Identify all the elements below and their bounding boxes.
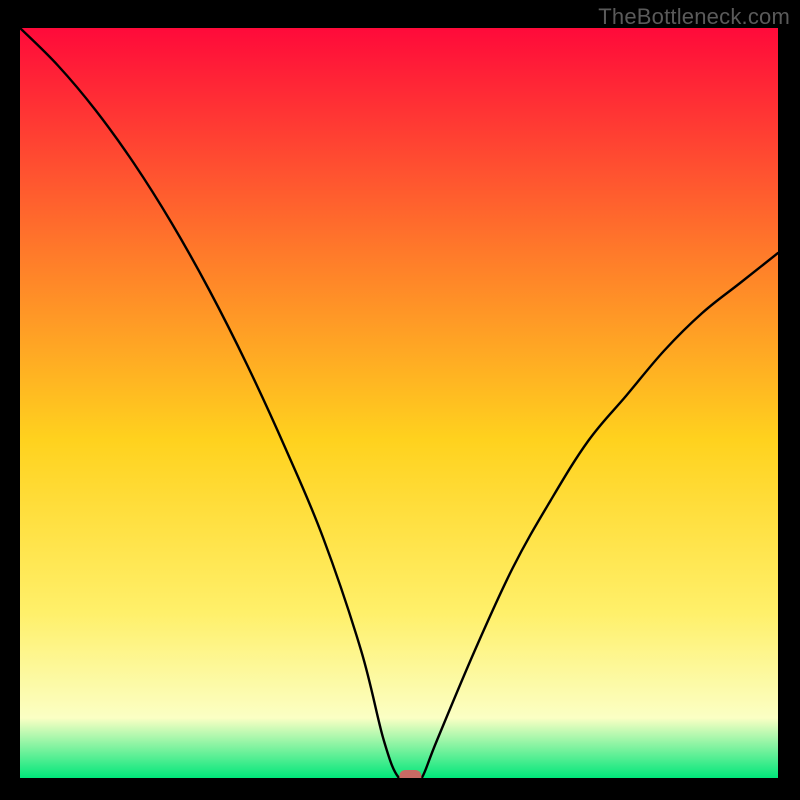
plot-area bbox=[20, 28, 778, 778]
optimal-point-marker bbox=[399, 770, 421, 778]
watermark-text: TheBottleneck.com bbox=[598, 4, 790, 30]
bottleneck-chart bbox=[20, 28, 778, 778]
chart-container: TheBottleneck.com bbox=[0, 0, 800, 800]
gradient-background bbox=[20, 28, 778, 778]
